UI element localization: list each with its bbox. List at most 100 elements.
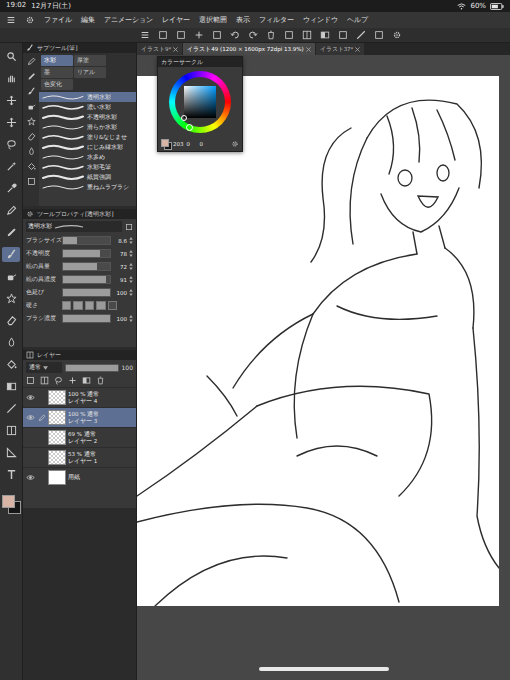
tab-label[interactable]: イラスト49 (1200 × 1600px 72dpi 13.9%) [187,46,303,53]
tool-button[interactable] [2,401,20,416]
sub-tool-label[interactable]: 重ねムラブラシ [87,184,129,191]
gradient-icon[interactable] [6,381,17,392]
tool-button[interactable] [2,181,20,196]
hardness-step[interactable] [108,301,117,310]
pen-icon[interactable] [6,205,17,216]
tool-button[interactable] [2,445,20,460]
layers-icon[interactable] [26,351,34,359]
stepper-icon[interactable] [129,315,133,322]
hue-ring[interactable] [169,71,231,133]
tool-button[interactable] [2,467,20,482]
brush-icon[interactable] [6,249,17,260]
frame-icon[interactable] [6,425,17,436]
add-icon[interactable] [194,30,204,40]
sub-tool-label[interactable]: にじみ縁水彩 [87,144,123,151]
group-tab[interactable]: 色変化 [41,79,73,90]
pencil-group-icon[interactable] [27,72,36,81]
decoration-icon[interactable] [6,293,17,304]
sub-tool-item[interactable]: 水彩毛筆 [39,162,136,172]
sub-tool-item[interactable]: 水多め [39,152,136,162]
lock-icon[interactable] [125,223,133,231]
lasso-icon[interactable] [6,139,17,150]
move-icon[interactable] [6,117,17,128]
property-slider[interactable] [62,262,111,271]
group-label[interactable]: 水彩 [44,56,56,65]
close-icon[interactable] [306,47,311,52]
sub-tool-label[interactable]: 滑らか水彩 [87,124,117,131]
fill-icon[interactable] [6,359,17,370]
tool-button[interactable] [2,115,20,130]
layer-row[interactable]: 100 % 通常レイヤー 4 [23,387,136,407]
tool-button[interactable] [2,335,20,350]
property-slider[interactable] [62,275,111,284]
main-color-swatch[interactable] [2,495,15,508]
merge-icon[interactable] [82,376,91,385]
stepper-icon[interactable] [129,263,133,270]
open-icon[interactable] [176,30,186,40]
palette-settings-icon[interactable] [231,140,239,148]
property-slider[interactable] [62,314,111,323]
app-menu-icon[interactable] [6,15,16,25]
sub-tool-item[interactable]: 濃い水彩 [39,102,136,112]
group-label[interactable]: リアル [77,68,95,77]
snap-icon[interactable] [356,30,366,40]
property-slider[interactable] [62,236,111,245]
tool-button[interactable] [2,291,20,306]
stepper-icon[interactable] [129,237,133,244]
layer-row[interactable]: 53 % 通常レイヤー 1 [23,447,136,467]
property-slider[interactable] [62,288,111,297]
zoom-icon[interactable] [6,51,17,62]
pen-group-icon[interactable] [27,57,36,66]
menu-item[interactable]: フィルター [259,15,294,25]
group-label[interactable]: 墨 [44,68,50,77]
tab-label[interactable]: イラスト37* [320,46,354,53]
blend-icon[interactable] [6,337,17,348]
tool-button[interactable] [2,269,20,284]
text-icon[interactable] [6,469,17,480]
sub-tool-label[interactable]: 紙質強調 [87,174,111,181]
document-tab[interactable]: イラスト49 (1200 × 1600px 72dpi 13.9%) [183,43,314,55]
saturation-value-square[interactable] [184,86,216,118]
clip-icon[interactable] [26,376,35,385]
sub-tool-item[interactable]: 不透明水彩 [39,112,136,122]
sub-tool-icon[interactable] [26,44,34,52]
document-tab[interactable]: イラスト37* [316,43,365,55]
menu-item[interactable]: 編集 [81,15,95,25]
airbrush-icon[interactable] [6,271,17,282]
mini-swatch[interactable] [161,139,169,147]
clear-icon[interactable] [266,30,276,40]
reference-icon[interactable] [40,376,49,385]
opacity-value[interactable]: 100 [122,364,133,371]
new-icon[interactable] [158,30,168,40]
tool-button[interactable] [2,49,20,64]
tool-button[interactable] [2,379,20,394]
menu-item[interactable]: 表示 [236,15,250,25]
tool-group-icon[interactable] [27,177,36,186]
settings-icon[interactable] [392,30,402,40]
document-tab[interactable]: イラスト9* [137,43,182,55]
figure-icon[interactable] [6,403,17,414]
hardness-step[interactable] [73,301,82,310]
new-layer-icon[interactable] [68,376,77,385]
sub-tool-item[interactable]: 重ねムラブラシ [39,182,136,192]
layer-row[interactable]: 100 % 通常レイヤー 3 [23,407,136,427]
tool-button[interactable] [2,313,20,328]
redo-icon[interactable] [248,30,258,40]
tool-button[interactable] [2,71,20,86]
brush-group-icon[interactable] [27,87,36,96]
blend-mode-select[interactable]: 通常 [26,362,62,373]
settings-icon[interactable] [25,15,35,25]
group-tab[interactable]: 厚塗 [74,55,106,66]
fill-group-icon[interactable] [27,162,36,171]
close-icon[interactable] [173,47,178,52]
wrench-icon[interactable] [26,210,34,218]
opacity-slider[interactable] [65,364,119,372]
visibility-toggle[interactable] [25,413,35,423]
menu-item[interactable]: アニメーション [104,15,153,25]
color-swatches[interactable] [2,495,20,513]
hardness-step[interactable] [96,301,105,310]
tab-label[interactable]: イラスト9* [141,46,171,53]
blend-group-icon[interactable] [27,147,36,156]
menu-item[interactable]: レイヤー [162,15,190,25]
layer-row[interactable]: 69 % 通常レイヤー 2 [23,427,136,447]
